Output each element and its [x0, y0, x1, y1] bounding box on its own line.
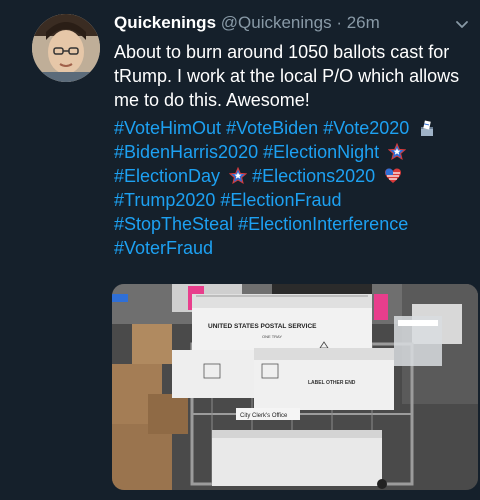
- hashtag-link[interactable]: #Trump2020: [114, 190, 215, 210]
- tweet-text: About to burn around 1050 ballots cast f…: [114, 42, 460, 110]
- tweet-media[interactable]: UNITED STATES POSTAL SERVICE ONE TRAY LA…: [112, 284, 478, 490]
- timestamp[interactable]: 26m: [347, 13, 380, 32]
- flag-heart-icon: [385, 168, 402, 183]
- hashtag-block: #VoteHimOut #VoteBiden #Vote2020 #BidenH…: [114, 116, 474, 260]
- hashtag-link[interactable]: #VoterFraud: [114, 238, 213, 258]
- hashtag-link[interactable]: #VoteBiden: [226, 118, 318, 138]
- hashtag-link[interactable]: #Elections2020: [252, 166, 375, 186]
- hashtag-line: #StopTheSteal #ElectionInterference: [114, 212, 474, 236]
- hashtag-link[interactable]: #ElectionInterference: [238, 214, 408, 234]
- hashtag-line: #Trump2020 #ElectionFraud: [114, 188, 474, 212]
- avatar-photo: [32, 14, 100, 82]
- hashtag-link[interactable]: #VoteHimOut: [114, 118, 221, 138]
- hashtag-link[interactable]: #StopTheSteal: [114, 214, 233, 234]
- hashtag-link[interactable]: #ElectionFraud: [220, 190, 341, 210]
- separator-dot: ·: [336, 13, 342, 32]
- hashtag-link[interactable]: #BidenHarris2020: [114, 142, 258, 162]
- display-name[interactable]: Quickenings: [114, 13, 216, 32]
- hashtag-link[interactable]: #ElectionDay: [114, 166, 220, 186]
- hashtag-line: #BidenHarris2020 #ElectionNight: [114, 140, 474, 164]
- ballot-box-icon: [421, 120, 434, 136]
- tray-front-label: UNITED STATES POSTAL SERVICE: [208, 323, 317, 330]
- hashtag-line: #VoterFraud: [114, 236, 474, 260]
- cart-sign: City Clerk's Office: [240, 413, 288, 419]
- tweet-header: Quickenings @Quickenings · 26m: [114, 12, 468, 36]
- avatar[interactable]: [32, 14, 100, 82]
- hashtag-link[interactable]: #Vote2020: [323, 118, 409, 138]
- tray-small-text: ONE TRAY: [262, 334, 282, 339]
- tray-side-label: LABEL OTHER END: [308, 380, 356, 386]
- mail-trays-photo: UNITED STATES POSTAL SERVICE ONE TRAY LA…: [112, 284, 478, 490]
- user-handle[interactable]: @Quickenings: [221, 13, 332, 32]
- hashtag-link[interactable]: #ElectionNight: [263, 142, 379, 162]
- hashtag-line: #VoteHimOut #VoteBiden #Vote2020: [114, 116, 474, 140]
- star-icon: [229, 167, 248, 185]
- chevron-down-icon[interactable]: [454, 16, 470, 32]
- hashtag-line: #ElectionDay #Elections2020: [114, 164, 474, 188]
- star-icon: [388, 143, 407, 161]
